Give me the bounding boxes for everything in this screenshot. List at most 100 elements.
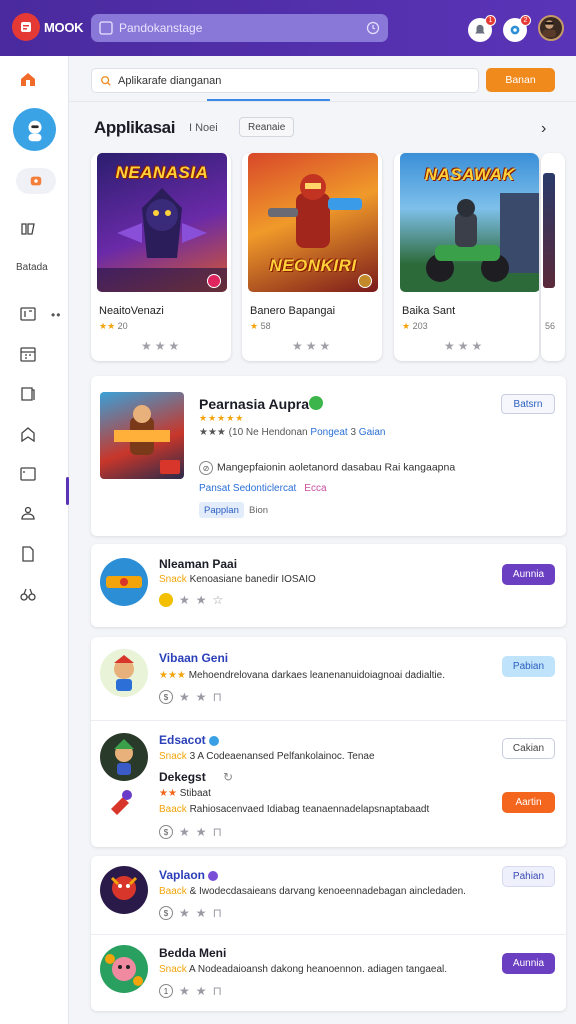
coin-icon[interactable] — [159, 593, 173, 607]
app-icon — [100, 733, 148, 781]
list-item[interactable]: Bedda Meni Snack A Nodeadaioansh dakong … — [91, 935, 566, 1011]
star-icon[interactable]: ★★ — [179, 825, 213, 839]
app-icon — [100, 945, 148, 993]
list-item[interactable]: Vibaan Geni ★★★ Mehoendrelovana darkaes … — [91, 637, 566, 720]
star-icon[interactable]: ★★ — [179, 690, 213, 704]
app-list-card: Vaplaon Baack & Iwodecdasaieans darvang … — [91, 856, 566, 1011]
game-art: NASAWAK — [400, 153, 539, 292]
messages-icon[interactable]: 2 — [503, 15, 531, 42]
game-badge-icon — [358, 274, 372, 288]
binoculars-icon[interactable] — [18, 584, 38, 604]
game-rating: ★ 58 — [250, 321, 271, 331]
search-button[interactable]: Banan — [486, 68, 555, 92]
featured-link-2[interactable]: Ecca — [304, 483, 326, 494]
app-description: ★★ Stibaat — [159, 788, 211, 799]
star-icon[interactable]: ★★ — [179, 593, 213, 607]
featured-app-meta: ★★★ (10 Ne Hendonan Pongeat 3 Gaian — [199, 427, 386, 438]
book-icon[interactable] — [18, 384, 38, 404]
list-item[interactable]: Edsacot Snack 3 A Codeaenansed Pelfankol… — [91, 721, 566, 847]
info-icon[interactable]: $ — [159, 690, 173, 704]
game-card[interactable]: NASAWAK Baika Sant ★ 203 ★★★ — [394, 153, 539, 361]
game-card[interactable]: 56 — [541, 153, 565, 361]
app-action-button[interactable]: Aunnia — [502, 564, 555, 585]
bookmark-outline-icon[interactable]: ☆ — [213, 593, 230, 607]
app-action-button[interactable]: Aunnia — [502, 953, 555, 974]
meta-link-2[interactable]: Gaian — [359, 427, 386, 438]
game-star-rating-icons[interactable]: ★★★ — [292, 339, 333, 353]
message-badge: 2 — [520, 15, 531, 26]
app-description: Snack A Nodeadaioansh dakong heanoennon.… — [159, 964, 448, 975]
game-star-rating-icons[interactable]: ★★★ — [141, 339, 182, 353]
app-title: Vaplaon — [159, 868, 219, 882]
game-star-rating-icons[interactable]: ★★★ — [444, 339, 485, 353]
featured-link[interactable]: Pansat Sedonticlercat — [199, 483, 296, 494]
profile-avatar-icon[interactable] — [13, 108, 56, 151]
app-logo[interactable]: MOOK — [12, 13, 84, 41]
window-icon[interactable] — [18, 464, 38, 484]
featured-app-title: Pearnasia Aupra — [199, 396, 309, 412]
notifications-icon[interactable]: 1 — [468, 15, 496, 42]
game-card[interactable]: NEONKIRI Banero Bapangai ★ 58 ★★★ — [242, 153, 382, 361]
info-icon: ⊘ — [199, 461, 213, 475]
app-search-input[interactable]: Aplikarafe dianganan — [91, 68, 479, 93]
featured-app-links: Pansat Sedonticlercat Ecca — [199, 483, 327, 494]
app-action-button[interactable]: Pahian — [502, 866, 555, 887]
app-secondary-icon — [107, 787, 137, 817]
search-icon — [99, 21, 113, 35]
trash-icon[interactable]: ⊓ — [213, 906, 228, 920]
featured-app-image — [100, 392, 184, 479]
app-title: Dekegst ↻ — [159, 770, 234, 784]
featured-tag[interactable]: Papplan — [199, 502, 244, 518]
list-item[interactable]: Vaplaon Baack & Iwodecdasaieans darvang … — [91, 856, 566, 934]
clock-icon[interactable] — [366, 21, 380, 35]
section-filter-chip[interactable]: Reanaie — [239, 117, 295, 137]
app-icon — [100, 649, 148, 697]
game-name: NeaitoVenazi — [99, 305, 164, 317]
sidebar-label: Batada — [16, 262, 48, 273]
game-art — [543, 173, 555, 288]
info-icon[interactable]: $ — [159, 825, 173, 839]
info-icon[interactable]: $ — [159, 906, 173, 920]
app-title: Edsacot — [159, 733, 219, 747]
refresh-icon[interactable]: ↻ — [223, 770, 233, 784]
game-art-title: NEANASIA — [115, 163, 209, 182]
trash-icon[interactable]: ⊓ — [213, 984, 228, 998]
game-card[interactable]: NEANASIA NeaitoVenazi ★★ 20 ★★★ — [91, 153, 231, 361]
top-search-input[interactable]: Pandokanstage — [91, 14, 388, 42]
star-icon[interactable]: ★★ — [179, 906, 213, 920]
star-icon[interactable]: ★★ — [179, 984, 213, 998]
featured-action-button[interactable]: Batsrn — [501, 394, 555, 414]
game-name: Banero Bapangai — [250, 305, 336, 317]
gamepad-icon[interactable] — [18, 504, 38, 524]
game-rating: ★★ 20 — [99, 321, 128, 331]
calendar-icon[interactable] — [18, 344, 38, 364]
section-title: Applikasai — [94, 118, 176, 137]
active-tab-underline — [207, 99, 330, 101]
home-icon[interactable] — [18, 69, 38, 89]
library-icon[interactable] — [18, 304, 38, 324]
apps-icon[interactable] — [18, 219, 38, 239]
game-badge-icon — [207, 274, 221, 288]
store-pill-icon[interactable] — [16, 168, 56, 194]
meta-link[interactable]: Pongeat — [310, 427, 347, 438]
app-action-button[interactable]: Aartin — [502, 792, 555, 813]
bookmark-icon[interactable] — [18, 424, 38, 444]
app-description-2: Baack Rahiosacenvaed Idiabag teanaennade… — [159, 804, 430, 815]
info-icon[interactable]: 1 — [159, 984, 173, 998]
featured-app-description: ⊘ Mangepfaionin aoletanord dasabau Rai ka… — [199, 461, 455, 475]
main-content: Aplikarafe dianganan Banan Applikasai I … — [69, 56, 576, 1024]
game-art-title: NEONKIRI — [269, 256, 357, 275]
list-item[interactable]: Nleaman Paai Snack Kenoasiane banedir IO… — [91, 544, 566, 627]
app-list-card: Nleaman Paai Snack Kenoasiane banedir IO… — [91, 544, 566, 627]
app-description: Baack & Iwodecdasaieans darvang kenoeenn… — [159, 886, 466, 897]
file-icon[interactable] — [18, 544, 38, 564]
app-action-button[interactable]: Cakian — [502, 738, 555, 759]
app-action-button[interactable]: Pabian — [502, 656, 555, 677]
featured-app-card[interactable]: Pearnasia Aupra ★★★★★ ★★★ (10 Ne Hendona… — [91, 376, 566, 536]
app-title: Vibaan Geni — [159, 651, 229, 665]
chevron-right-icon[interactable]: › — [541, 120, 546, 138]
trash-icon[interactable]: ⊓ — [213, 690, 228, 704]
trash-icon[interactable]: ⊓ — [213, 825, 228, 839]
more-dots-icon[interactable]: •• — [51, 308, 61, 322]
user-avatar[interactable] — [538, 15, 564, 41]
